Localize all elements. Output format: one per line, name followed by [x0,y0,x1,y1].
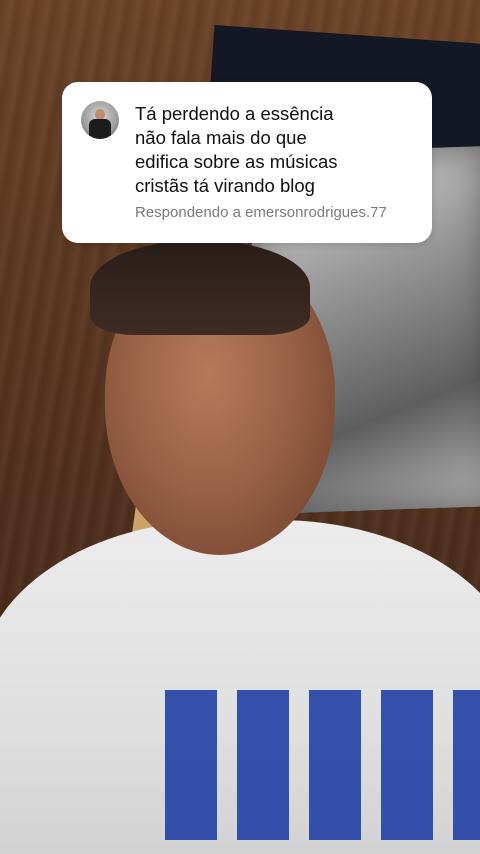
commenter-avatar-icon[interactable] [81,101,119,139]
shirt-print [165,690,480,840]
person-hair [90,240,310,335]
replying-to-label[interactable]: Respondendo a emersonrodrigues.77 [135,204,387,221]
reply-comment-card[interactable]: Tá perdendo a essência não fala mais do … [62,82,432,243]
avatar-suit [89,119,111,139]
comment-text: Tá perdendo a essência não fala mais do … [135,103,338,196]
